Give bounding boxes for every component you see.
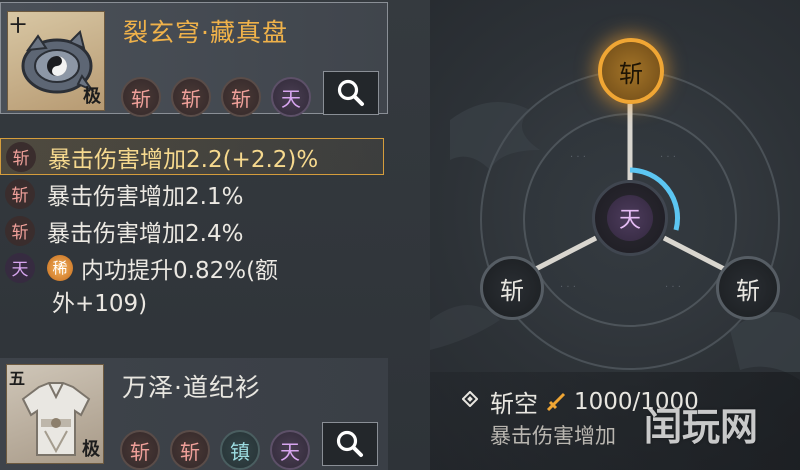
rune-slots: 斩 斩 斩 天 [121,77,311,117]
magnifier-icon [337,79,364,106]
stat-text: 内功提升0.82%(额 [81,257,279,284]
rune-node-left[interactable]: 斩 [480,256,544,320]
stat-text: 外+109) [52,291,148,317]
svg-text:· · ·: · · · [665,282,681,293]
item-tier: 极 [82,439,100,460]
svg-text:· · ·: · · · [560,282,576,293]
item-name: 裂玄穹·藏真盘 [123,18,288,47]
skill-name: 斩空 [490,390,538,418]
equipment-card-selected[interactable]: 十 极 裂玄穹·藏真盘 斩 斩 斩 天 [0,2,388,117]
item-thumbnail[interactable]: 五 极 [6,364,104,464]
item-tier: 极 [83,86,101,107]
slash-rune-icon: 斩 [5,215,35,246]
rune-node-top[interactable]: 斩 [598,38,664,104]
sword-icon [546,392,566,411]
stat-line: 斩 暴击伤害增加2.2(+2.2)% [0,138,384,175]
rune-slot-slash[interactable]: 斩 [171,77,211,117]
rune-slot-sky[interactable]: 天 [270,430,310,470]
skill-description: 暴击伤害增加 [490,424,616,448]
slash-rune-icon: 斩 [6,141,36,172]
site-watermark: 闰玩网 [644,405,759,449]
stat-text: 暴击伤害增加2.4% [47,220,244,247]
rune-node-right[interactable]: 斩 [716,256,780,320]
inspect-button[interactable] [323,71,379,115]
center-rune-label: 天 [607,195,653,241]
stat-text: 暴击伤害增加2.1% [47,183,244,210]
rune-slot-sky[interactable]: 天 [271,77,311,117]
rune-slot-slash[interactable]: 斩 [121,77,161,117]
rune-slots: 斩 斩 镇 天 [120,430,310,470]
stat-text: 暴击伤害增加2.2(+2.2)% [48,146,319,173]
rare-badge-icon: 稀 [47,254,73,281]
stat-line-continued: 外+109) [0,286,430,317]
rune-slot-slash[interactable]: 斩 [221,77,261,117]
equipment-card[interactable]: 五 极 万泽·道纪衫 斩 斩 镇 天 [0,358,388,470]
stat-line: 斩 暴击伤害增加2.4% [0,212,430,249]
stat-list: 斩 暴击伤害增加2.2(+2.2)% 斩 暴击伤害增加2.1% 斩 暴击伤害增加… [0,138,430,317]
item-name: 万泽·道纪衫 [122,373,261,402]
rune-node-center[interactable]: 天 [592,180,668,256]
svg-text:· · ·: · · · [570,152,586,163]
svg-text:· · ·: · · · [660,152,676,163]
stat-line: 斩 暴击伤害增加2.1% [0,175,430,212]
slash-rune-icon: 斩 [5,178,35,209]
rune-slot-slash[interactable]: 斩 [170,430,210,470]
sky-rune-icon: 天 [5,252,35,283]
equipment-panel: 十 极 裂玄穹·藏真盘 斩 斩 斩 天 斩 暴击伤害增加2.2(+2.2)% 斩… [0,0,430,470]
item-thumbnail[interactable]: 十 极 [7,11,105,111]
stat-line: 天 稀 内功提升0.82%(额 [0,249,430,286]
rune-slot-slash[interactable]: 斩 [120,430,160,470]
rune-slot-guard[interactable]: 镇 [220,430,260,470]
magnifier-icon [336,430,363,457]
inspect-button[interactable] [322,422,378,466]
